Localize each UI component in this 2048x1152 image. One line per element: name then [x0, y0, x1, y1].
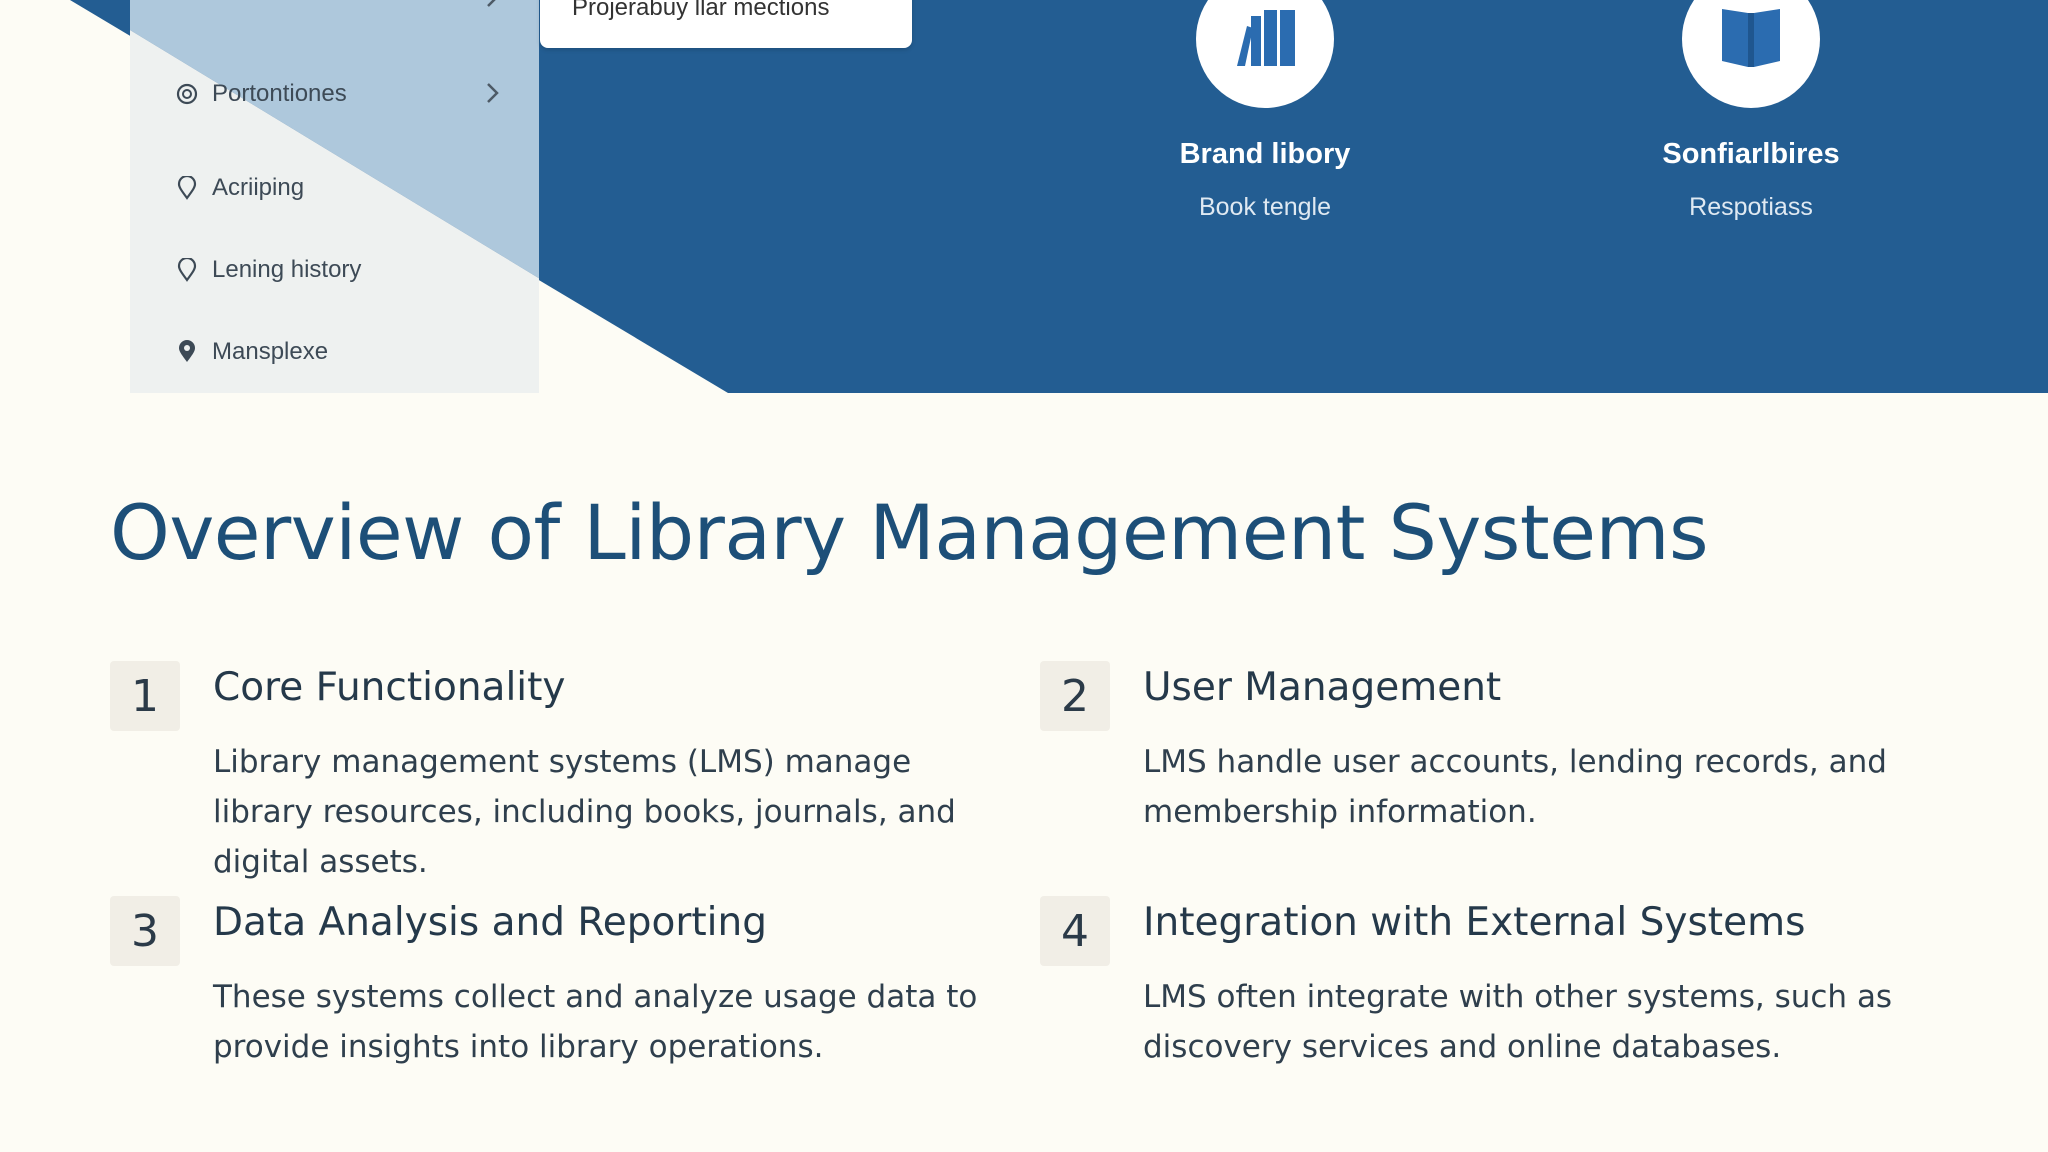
feature-icon-circle: [1196, 0, 1334, 108]
tooltip-card: Projerabuy llar mections: [540, 0, 912, 48]
hero-banner: Portontiones Acriiping Lening history Ma…: [0, 0, 2048, 393]
card-title: Data Analysis and Reporting: [213, 900, 767, 945]
card-description: LMS often integrate with other systems, …: [1143, 979, 1893, 1065]
feature-sonfiarlbires[interactable]: Sonfiarlbires Respotiass: [1601, 0, 1901, 222]
feature-title: Sonfiarlbires: [1662, 138, 1840, 170]
tooltip-text: Projerabuy llar mections: [572, 0, 830, 21]
card-number-badge: 4: [1040, 896, 1110, 966]
feature-title: Brand libory: [1179, 138, 1351, 170]
location-pin-icon: [176, 176, 198, 200]
card-number-badge: 1: [110, 661, 180, 731]
location-pin-icon: [176, 258, 198, 282]
feature-brand-library[interactable]: Brand libory Book tengle: [1115, 0, 1415, 222]
feature-subtitle: Respotiass: [1689, 193, 1813, 221]
sidebar-item-label: Lening history: [212, 256, 362, 283]
feature-icon-circle: [1682, 0, 1820, 108]
card-title: Integration with External Systems: [1143, 900, 1806, 945]
card-description: LMS handle user accounts, lending record…: [1143, 744, 1887, 830]
chevron-right-icon[interactable]: [482, 78, 504, 108]
sidebar-item-label: Acriiping: [212, 174, 305, 201]
location-pin-filled-icon: [176, 340, 198, 363]
feature-subtitle: Book tengle: [1198, 193, 1332, 221]
open-book-icon: [1718, 5, 1784, 73]
chevron-right-icon[interactable]: [482, 0, 504, 12]
sidebar-item-mansplexe[interactable]: Mansplexe: [176, 332, 328, 372]
card-description: Library management systems (LMS) manage …: [213, 744, 956, 880]
sidebar-item-portontiones[interactable]: Portontiones: [176, 74, 347, 114]
card-number-badge: 2: [1040, 661, 1110, 731]
books-icon: [1233, 6, 1297, 72]
page-title: Overview of Library Management Systems: [110, 488, 1709, 577]
sidebar-item-lending-history[interactable]: Lening history: [176, 250, 361, 290]
sidebar-item-label: Portontiones: [212, 80, 347, 107]
sidebar-item-label: Mansplexe: [212, 338, 329, 365]
card-title: User Management: [1143, 665, 1502, 710]
sidebar-item-acriiping[interactable]: Acriiping: [176, 168, 304, 208]
settings-icon: [176, 83, 198, 105]
card-description: These systems collect and analyze usage …: [213, 979, 978, 1065]
card-title: Core Functionality: [213, 665, 566, 710]
card-number-badge: 3: [110, 896, 180, 966]
